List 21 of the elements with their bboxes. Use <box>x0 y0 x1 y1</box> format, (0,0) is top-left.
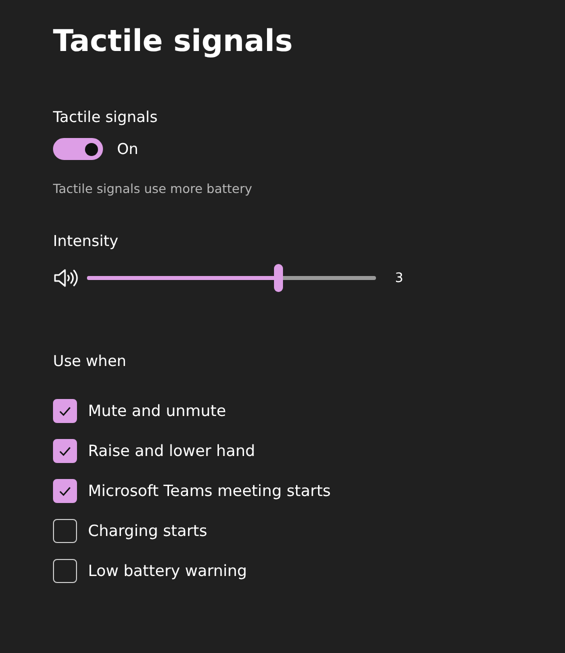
intensity-slider[interactable] <box>87 264 376 292</box>
checkbox[interactable] <box>53 479 77 503</box>
checkbox[interactable] <box>53 519 77 543</box>
checkbox-label: Raise and lower hand <box>88 442 256 460</box>
setting-label: Tactile signals <box>53 107 159 127</box>
battery-note: Tactile signals use more battery <box>53 180 254 198</box>
toggle-state-text: On <box>117 139 138 159</box>
checkbox-label: Mute and unmute <box>88 402 226 420</box>
slider-thumb[interactable] <box>274 264 283 292</box>
speaker-icon <box>53 267 79 289</box>
checkbox[interactable] <box>53 399 77 423</box>
checkbox-label: Microsoft Teams meeting starts <box>88 482 331 500</box>
section-label: Use when <box>53 351 128 371</box>
intensity-label: Intensity <box>53 231 120 251</box>
checkbox-label: Low battery warning <box>88 562 248 580</box>
checkbox[interactable] <box>53 559 77 583</box>
intensity-value: 3 <box>395 270 404 286</box>
checkbox[interactable] <box>53 439 77 463</box>
toggle-switch[interactable] <box>53 138 103 160</box>
page-title: Tactile signals <box>53 23 294 61</box>
checkbox-label: Charging starts <box>88 522 208 540</box>
